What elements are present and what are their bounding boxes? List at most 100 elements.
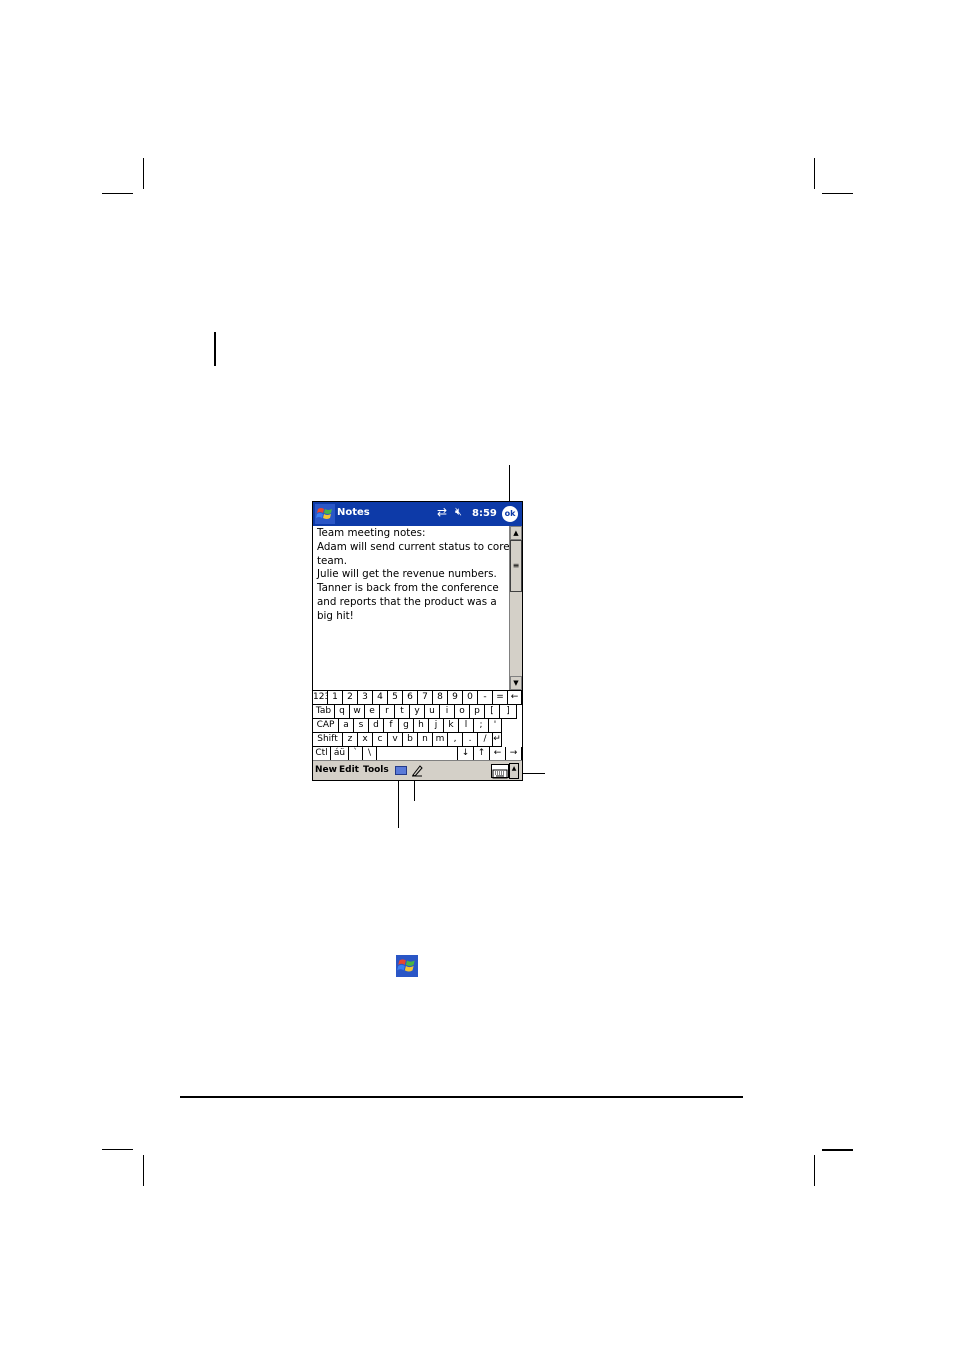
key[interactable]: 8 xyxy=(433,691,448,705)
key[interactable]: p xyxy=(470,705,485,719)
key[interactable]: s xyxy=(354,719,369,733)
crop-mark xyxy=(814,1155,815,1186)
key[interactable]: c xyxy=(373,733,388,747)
note-line: Team meeting notes: xyxy=(317,527,426,539)
input-selector-arrow-icon[interactable]: ▲ xyxy=(509,763,519,779)
note-line: Tanner is back from the conference xyxy=(317,582,499,595)
key[interactable]: r xyxy=(380,705,395,719)
key[interactable]: m xyxy=(433,733,448,747)
key[interactable]: ] xyxy=(500,705,517,719)
keyboard-row: Ctl áü ` \ ↓ ↑ ← → xyxy=(313,747,522,761)
key[interactable]: x xyxy=(358,733,373,747)
callout-line-ok xyxy=(509,465,510,505)
menu-new[interactable]: New xyxy=(315,765,337,775)
soft-keyboard: 123 1 2 3 4 5 6 7 8 9 0- = ← Tab q w e r t y u i o p[] CAP a s d f g h… xyxy=(313,690,522,761)
key[interactable]: 1 xyxy=(328,691,343,705)
menu-bar: New Edit Tools ▲ xyxy=(313,760,522,780)
key[interactable]: i xyxy=(440,705,455,719)
key[interactable]: 6 xyxy=(403,691,418,705)
key[interactable]: 3 xyxy=(358,691,373,705)
key[interactable]: t xyxy=(395,705,410,719)
keyboard-row: Shift z x c v b n m,. / ↵ xyxy=(313,733,522,747)
key[interactable]: l xyxy=(459,719,474,733)
key[interactable]: → xyxy=(506,747,522,761)
key[interactable]: ` xyxy=(349,747,363,761)
key[interactable]: = xyxy=(493,691,508,705)
key[interactable]: \ xyxy=(363,747,377,761)
key[interactable]: [ xyxy=(485,705,500,719)
key[interactable]: / xyxy=(478,733,493,747)
key[interactable]: , xyxy=(448,733,463,747)
crop-mark xyxy=(822,1149,853,1151)
key[interactable]: f xyxy=(384,719,399,733)
start-windows-icon[interactable] xyxy=(315,504,335,524)
scroll-down-icon[interactable]: ▼ xyxy=(510,676,522,690)
key[interactable]: e xyxy=(365,705,380,719)
scroll-thumb[interactable]: ≡ xyxy=(510,540,522,592)
input-method-icon[interactable] xyxy=(395,766,407,775)
key[interactable]: Tab xyxy=(313,705,335,719)
menu-tools[interactable]: Tools xyxy=(363,765,389,775)
menu-edit[interactable]: Edit xyxy=(339,765,359,775)
key[interactable]: 4 xyxy=(373,691,388,705)
key[interactable]: a xyxy=(339,719,354,733)
key[interactable]: Shift xyxy=(313,733,343,747)
callout-line-input-method xyxy=(398,775,399,828)
crop-mark xyxy=(102,193,133,194)
key[interactable]: 2 xyxy=(343,691,358,705)
key[interactable]: b xyxy=(403,733,418,747)
vertical-scrollbar[interactable]: ▲ ≡ ▼ xyxy=(509,526,522,690)
key[interactable]: z xyxy=(343,733,358,747)
key[interactable]: j xyxy=(429,719,444,733)
crop-mark xyxy=(143,158,144,189)
app-title[interactable]: Notes xyxy=(337,507,370,518)
key[interactable]: 5 xyxy=(388,691,403,705)
key[interactable]: Ctl xyxy=(313,747,331,761)
keyboard-row: CAP a s d f g h j k l; ' xyxy=(313,719,522,733)
key[interactable]: d xyxy=(369,719,384,733)
note-line: Adam will send current status to core xyxy=(317,540,510,553)
key[interactable]: 0 xyxy=(463,691,478,705)
key[interactable]: - xyxy=(478,691,493,705)
key[interactable]: ↵ xyxy=(493,733,502,747)
key[interactable]: q xyxy=(335,705,350,719)
key[interactable]: . xyxy=(463,733,478,747)
key[interactable]: ; xyxy=(474,719,489,733)
pocket-pc-screen: Notes ⇄ 🔇︎ 8:59 ok Team meeting notes: Ad… xyxy=(312,501,523,781)
key[interactable]: ' xyxy=(489,719,502,733)
key[interactable]: g xyxy=(399,719,414,733)
key[interactable]: y xyxy=(410,705,425,719)
key[interactable]: ← xyxy=(508,691,522,705)
key[interactable]: 123 xyxy=(313,691,330,705)
keyboard-icon[interactable] xyxy=(491,764,509,779)
key[interactable]: ← xyxy=(490,747,506,761)
key[interactable]: w xyxy=(350,705,365,719)
start-windows-icon-inline xyxy=(396,955,418,977)
key[interactable]: ↑ xyxy=(474,747,490,761)
key[interactable]: 9 xyxy=(448,691,463,705)
note-line: big hit! xyxy=(317,609,354,622)
pen-icon[interactable] xyxy=(411,764,423,777)
key[interactable]: h xyxy=(414,719,429,733)
clock[interactable]: 8:59 xyxy=(472,508,497,519)
note-line: Julie will get the revenue numbers. xyxy=(317,568,497,581)
connectivity-icon[interactable]: ⇄ xyxy=(437,505,447,519)
key[interactable]: k xyxy=(444,719,459,733)
margin-bar xyxy=(214,332,216,366)
key[interactable]: 7 xyxy=(418,691,433,705)
key-space[interactable] xyxy=(377,747,458,761)
crop-mark xyxy=(102,1149,133,1150)
key[interactable]: ↓ xyxy=(458,747,474,761)
key[interactable]: CAP xyxy=(313,719,339,733)
ok-button[interactable]: ok xyxy=(502,506,518,522)
keyboard-row: 123 1 2 3 4 5 6 7 8 9 0- = ← xyxy=(313,691,522,705)
keyboard-row: Tab q w e r t y u i o p[] xyxy=(313,705,522,719)
key[interactable]: u xyxy=(425,705,440,719)
note-body[interactable]: Team meeting notes: Adam will send curren… xyxy=(313,526,510,690)
speaker-muted-icon[interactable]: 🔇︎ xyxy=(455,505,462,519)
key[interactable]: o xyxy=(455,705,470,719)
key[interactable]: n xyxy=(418,733,433,747)
key[interactable]: v xyxy=(388,733,403,747)
key[interactable]: áü xyxy=(331,747,349,761)
scroll-up-icon[interactable]: ▲ xyxy=(510,526,522,540)
